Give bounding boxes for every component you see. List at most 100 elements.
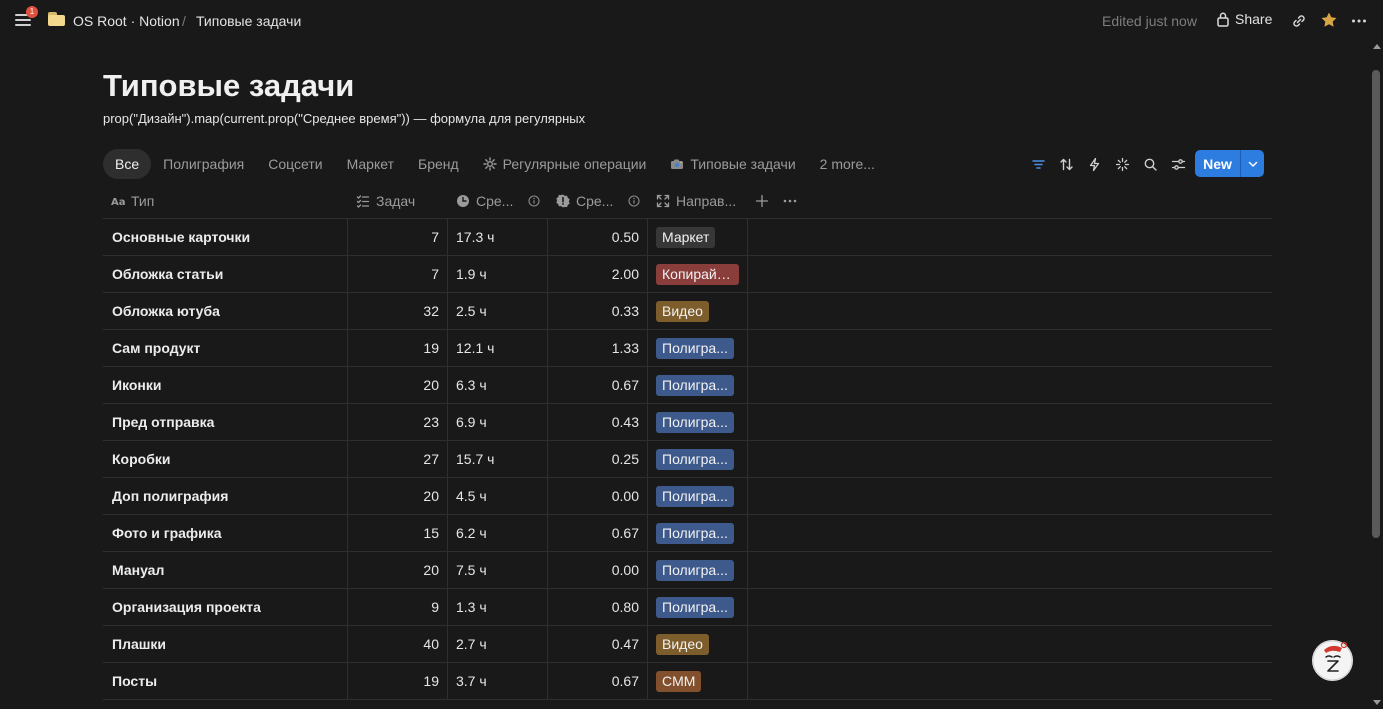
search-button[interactable]: [1136, 152, 1164, 176]
table-row[interactable]: Мануал 20 7.5 ч 0.00 Полигра...: [103, 552, 1272, 589]
filter-button[interactable]: [1024, 152, 1052, 176]
cell-avg-time[interactable]: 1.3 ч: [448, 589, 548, 625]
column-header-type[interactable]: Aa Тип: [103, 183, 348, 219]
table-row[interactable]: Пред отправка 23 6.9 ч 0.43 Полигра...: [103, 404, 1272, 441]
cell-avg-ratio[interactable]: 0.67: [548, 367, 648, 403]
cell-type[interactable]: Основные карточки: [103, 219, 348, 255]
cell-avg-ratio[interactable]: 0.25: [548, 441, 648, 477]
table-row[interactable]: Иконки 20 6.3 ч 0.67 Полигра...: [103, 367, 1272, 404]
breadcrumb-workspace[interactable]: OS Root · Notion: [73, 13, 180, 29]
cell-count[interactable]: 23: [348, 404, 448, 440]
cell-avg-time[interactable]: 6.9 ч: [448, 404, 548, 440]
cell-direction[interactable]: Полигра...: [648, 367, 748, 403]
cell-avg-ratio[interactable]: 2.00: [548, 256, 648, 292]
more-icon[interactable]: [1350, 12, 1368, 30]
scroll-down-arrow-icon[interactable]: [1373, 700, 1381, 705]
cell-type[interactable]: Сам продукт: [103, 330, 348, 366]
cell-count[interactable]: 15: [348, 515, 448, 551]
table-row[interactable]: Обложка статьи 7 1.9 ч 2.00 Копирайт...: [103, 256, 1272, 293]
table-row[interactable]: Плашки 40 2.7 ч 0.47 Видео: [103, 626, 1272, 663]
cell-avg-time[interactable]: 7.5 ч: [448, 552, 548, 588]
tab-market[interactable]: Маркет: [335, 149, 406, 179]
new-dropdown-button[interactable]: [1240, 150, 1264, 177]
cell-type[interactable]: Мануал: [103, 552, 348, 588]
tab-sotsseti[interactable]: Соцсети: [256, 149, 334, 179]
cell-avg-ratio[interactable]: 0.47: [548, 626, 648, 662]
cell-count[interactable]: 19: [348, 663, 448, 699]
cell-avg-time[interactable]: 2.7 ч: [448, 626, 548, 662]
cell-direction[interactable]: Маркет: [648, 219, 748, 255]
cell-avg-time[interactable]: 2.5 ч: [448, 293, 548, 329]
cell-avg-ratio[interactable]: 0.33: [548, 293, 648, 329]
cell-count[interactable]: 40: [348, 626, 448, 662]
cell-direction[interactable]: Полигра...: [648, 330, 748, 366]
cell-type[interactable]: Организация проекта: [103, 589, 348, 625]
cell-avg-time[interactable]: 15.7 ч: [448, 441, 548, 477]
tab-poligrafiya[interactable]: Полиграфия: [151, 149, 256, 179]
info-icon[interactable]: [528, 194, 540, 207]
scrollbar[interactable]: [1370, 42, 1383, 709]
view-settings-button[interactable]: [1164, 152, 1192, 176]
cell-type[interactable]: Иконки: [103, 367, 348, 403]
add-column-button[interactable]: [748, 183, 776, 219]
column-header-avg-time[interactable]: Сре...: [448, 183, 548, 219]
cell-avg-ratio[interactable]: 0.00: [548, 478, 648, 514]
cell-avg-time[interactable]: 12.1 ч: [448, 330, 548, 366]
cell-direction[interactable]: Полигра...: [648, 515, 748, 551]
cell-type[interactable]: Плашки: [103, 626, 348, 662]
new-button[interactable]: New: [1195, 150, 1240, 177]
cell-avg-ratio[interactable]: 0.50: [548, 219, 648, 255]
cell-direction[interactable]: Видео: [648, 293, 748, 329]
cell-avg-time[interactable]: 3.7 ч: [448, 663, 548, 699]
cell-avg-time[interactable]: 17.3 ч: [448, 219, 548, 255]
scroll-thumb[interactable]: [1372, 70, 1380, 538]
cell-direction[interactable]: Полигра...: [648, 404, 748, 440]
cell-type[interactable]: Фото и графика: [103, 515, 348, 551]
info-icon[interactable]: [628, 194, 640, 207]
column-more-button[interactable]: [776, 183, 804, 219]
cell-direction[interactable]: Полигра...: [648, 552, 748, 588]
cell-count[interactable]: 32: [348, 293, 448, 329]
cell-count[interactable]: 7: [348, 219, 448, 255]
cell-avg-ratio[interactable]: 1.33: [548, 330, 648, 366]
cell-avg-ratio[interactable]: 0.43: [548, 404, 648, 440]
table-row[interactable]: Доп полиграфия 20 4.5 ч 0.00 Полигра...: [103, 478, 1272, 515]
cell-type[interactable]: Обложка статьи: [103, 256, 348, 292]
table-row[interactable]: Обложка ютуба 32 2.5 ч 0.33 Видео: [103, 293, 1272, 330]
automation-button[interactable]: [1080, 152, 1108, 176]
link-icon[interactable]: [1290, 12, 1308, 30]
cell-type[interactable]: Обложка ютуба: [103, 293, 348, 329]
table-row[interactable]: Коробки 27 15.7 ч 0.25 Полигра...: [103, 441, 1272, 478]
column-header-count[interactable]: Задач: [348, 183, 448, 219]
cell-type[interactable]: Коробки: [103, 441, 348, 477]
cell-type[interactable]: Посты: [103, 663, 348, 699]
cell-count[interactable]: 7: [348, 256, 448, 292]
page-title[interactable]: Типовые задачи: [103, 68, 354, 104]
cell-count[interactable]: 20: [348, 552, 448, 588]
cell-direction[interactable]: Полигра...: [648, 589, 748, 625]
notion-ai-assistant-button[interactable]: [1312, 640, 1353, 681]
column-header-direction[interactable]: Направ...: [648, 183, 748, 219]
tab-regular-ops[interactable]: Регулярные операции: [471, 149, 659, 179]
ai-button[interactable]: [1108, 152, 1136, 176]
cell-direction[interactable]: Полигра...: [648, 441, 748, 477]
cell-count[interactable]: 9: [348, 589, 448, 625]
star-icon[interactable]: [1320, 11, 1338, 29]
cell-avg-ratio[interactable]: 0.80: [548, 589, 648, 625]
page-description[interactable]: prop("Дизайн").map(current.prop("Среднее…: [103, 111, 585, 126]
cell-type[interactable]: Доп полиграфия: [103, 478, 348, 514]
tab-typical-tasks[interactable]: Типовые задачи: [658, 149, 807, 179]
table-row[interactable]: Сам продукт 19 12.1 ч 1.33 Полигра...: [103, 330, 1272, 367]
cell-direction[interactable]: Копирайт...: [648, 256, 748, 292]
cell-avg-time[interactable]: 4.5 ч: [448, 478, 548, 514]
cell-count[interactable]: 27: [348, 441, 448, 477]
cell-direction[interactable]: CMM: [648, 663, 748, 699]
cell-type[interactable]: Пред отправка: [103, 404, 348, 440]
cell-count[interactable]: 20: [348, 478, 448, 514]
cell-direction[interactable]: Видео: [648, 626, 748, 662]
cell-avg-ratio[interactable]: 0.67: [548, 515, 648, 551]
scroll-up-arrow-icon[interactable]: [1373, 44, 1381, 49]
cell-avg-time[interactable]: 1.9 ч: [448, 256, 548, 292]
cell-avg-ratio[interactable]: 0.00: [548, 552, 648, 588]
table-row[interactable]: Посты 19 3.7 ч 0.67 CMM: [103, 663, 1272, 700]
